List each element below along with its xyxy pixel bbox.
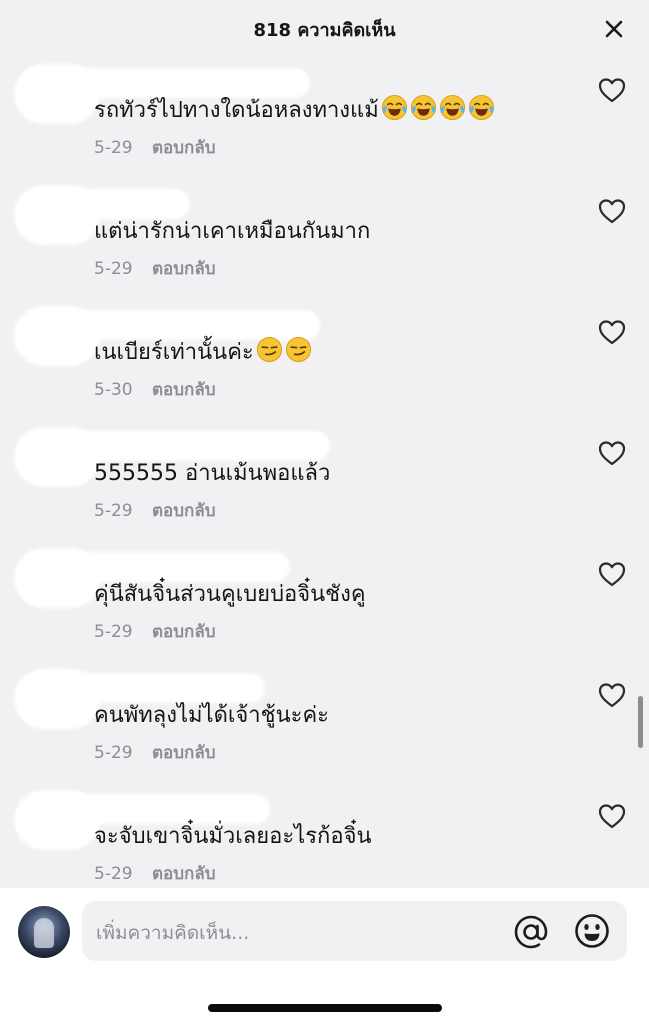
comment-input-placeholder: เพิ่มความคิดเห็น... bbox=[96, 922, 250, 944]
face-with-tears-of-joy-icon bbox=[439, 94, 465, 121]
comment-text: 555555 อ่านเม้นพอแล้ว bbox=[94, 461, 331, 486]
comment-item: คุ่นีสันจิ๋นส่วนคูเบยบ่อจิ๋นชังคู 5-29 ต… bbox=[0, 546, 649, 667]
comment-meta: 5-29 ตอบกลับ bbox=[94, 134, 216, 161]
heart-outline-icon[interactable] bbox=[597, 681, 627, 709]
comment-item: 555555 อ่านเม้นพอแล้ว 5-29 ตอบกลับ bbox=[0, 425, 649, 546]
heart-outline-icon[interactable] bbox=[597, 318, 627, 346]
heart-outline-icon[interactable] bbox=[597, 197, 627, 225]
comment-date: 5-29 bbox=[94, 259, 133, 279]
heart-outline-icon[interactable] bbox=[597, 439, 627, 467]
reply-button[interactable]: ตอบกลับ bbox=[152, 380, 216, 400]
comment-emojis bbox=[379, 94, 495, 123]
reply-button[interactable]: ตอบกลับ bbox=[152, 622, 216, 642]
comment-item: คนพัทลุงไม่ได้เจ้าชู้นะค่ะ 5-29 ตอบกลับ bbox=[0, 667, 649, 788]
reply-button[interactable]: ตอบกลับ bbox=[152, 864, 216, 884]
comment-text: รถทัวร์ไปทางใดน้อหลงทางแม้ bbox=[94, 92, 495, 127]
smiley-face-icon[interactable] bbox=[574, 913, 610, 949]
comment-input[interactable]: เพิ่มความคิดเห็น... bbox=[82, 901, 627, 961]
comment-composer: เพิ่มความคิดเห็น... bbox=[0, 888, 649, 1024]
comment-date: 5-29 bbox=[94, 138, 133, 158]
comment-item: แต่น่ารักน่าเคาเหมือนกันมาก 5-29 ตอบกลับ bbox=[0, 183, 649, 304]
comment-meta: 5-30 ตอบกลับ bbox=[94, 376, 216, 403]
comment-meta: 5-29 ตอบกลับ bbox=[94, 255, 216, 282]
comments-header: 818 ความคิดเห็น bbox=[0, 0, 649, 62]
comments-sheet: 818 ความคิดเห็น รถทัวร์ไปทางใดน้อหลงทางแ… bbox=[0, 0, 649, 1024]
comment-meta: 5-29 ตอบกลับ bbox=[94, 497, 216, 524]
comment-meta: 5-29 ตอบกลับ bbox=[94, 739, 216, 766]
home-indicator bbox=[208, 1004, 442, 1012]
reply-button[interactable]: ตอบกลับ bbox=[152, 501, 216, 521]
comment-item: รถทัวร์ไปทางใดน้อหลงทางแม้ 5-29 ตอบกลับ bbox=[0, 62, 649, 183]
heart-outline-icon[interactable] bbox=[597, 802, 627, 830]
heart-outline-icon[interactable] bbox=[597, 560, 627, 588]
comments-count-title: 818 ความคิดเห็น bbox=[253, 19, 396, 41]
comment-text: คนพัทลุงไม่ได้เจ้าชู้นะค่ะ bbox=[94, 703, 329, 728]
reply-button[interactable]: ตอบกลับ bbox=[152, 138, 216, 158]
comment-date: 5-29 bbox=[94, 622, 133, 642]
close-icon[interactable] bbox=[601, 16, 627, 42]
smirking-face-icon bbox=[285, 336, 311, 363]
heart-outline-icon[interactable] bbox=[597, 76, 627, 104]
smirking-face-icon bbox=[256, 336, 282, 363]
comment-date: 5-30 bbox=[94, 380, 133, 400]
face-with-tears-of-joy-icon bbox=[410, 94, 436, 121]
comment-item: เนเบียร์เท่านั้นค่ะ 5-30 ตอบกลับ bbox=[0, 304, 649, 425]
current-user-avatar bbox=[18, 906, 70, 958]
comment-date: 5-29 bbox=[94, 743, 133, 763]
scrollbar-thumb[interactable] bbox=[638, 696, 643, 748]
comment-date: 5-29 bbox=[94, 501, 133, 521]
comment-meta: 5-29 ตอบกลับ bbox=[94, 860, 216, 887]
comment-meta: 5-29 ตอบกลับ bbox=[94, 618, 216, 645]
face-with-tears-of-joy-icon bbox=[381, 94, 407, 121]
comment-list[interactable]: รถทัวร์ไปทางใดน้อหลงทางแม้ 5-29 ตอบกลับ … bbox=[0, 62, 649, 888]
comment-emojis bbox=[254, 336, 312, 365]
comment-text: จะจับเขาจิ๋นมั่วเลยอะไรก้อจิ๋น bbox=[94, 824, 372, 849]
reply-button[interactable]: ตอบกลับ bbox=[152, 259, 216, 279]
at-sign-icon[interactable] bbox=[512, 913, 550, 951]
comment-text: เนเบียร์เท่านั้นค่ะ bbox=[94, 334, 312, 369]
reply-button[interactable]: ตอบกลับ bbox=[152, 743, 216, 763]
comment-text: คุ่นีสันจิ๋นส่วนคูเบยบ่อจิ๋นชังคู bbox=[94, 582, 366, 607]
comment-date: 5-29 bbox=[94, 864, 133, 884]
comment-text: แต่น่ารักน่าเคาเหมือนกันมาก bbox=[94, 219, 371, 244]
face-with-tears-of-joy-icon bbox=[468, 94, 494, 121]
